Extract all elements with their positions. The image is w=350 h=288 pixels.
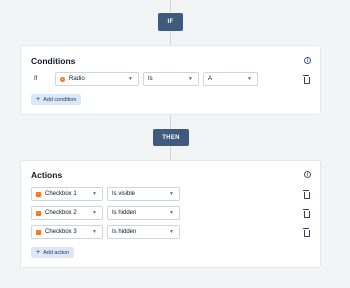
action-type-select[interactable]: Is hidden ▼ [107, 225, 180, 239]
add-action-label: Add action [43, 249, 70, 256]
add-action-button[interactable]: + Add action [31, 247, 75, 258]
conditions-title: Conditions [31, 56, 76, 66]
action-field-value: Checkbox 3 [45, 229, 77, 235]
connector-top [170, 0, 171, 12]
connector-if-conditions [170, 31, 171, 45]
condition-value-select[interactable]: A ▼ [203, 72, 258, 86]
condition-value-value: A [208, 76, 213, 82]
checkbox-field-icon: ✓ [36, 210, 41, 216]
actions-card: Actions i ✓ Checkbox 1 ▼ Is visible ▼ ✓ … [20, 160, 321, 268]
conditions-card: Conditions i If ● Radio ▼ Is ▼ A ▼ + Add… [20, 45, 321, 115]
trash-icon[interactable] [303, 209, 310, 218]
chevron-down-icon: ▼ [128, 76, 133, 82]
action-field-select[interactable]: ✓ Checkbox 2 ▼ [31, 206, 103, 220]
plus-icon: + [36, 249, 41, 256]
condition-field-select[interactable]: ● Radio ▼ [55, 72, 139, 86]
radio-field-icon: ● [60, 76, 65, 82]
action-field-value: Checkbox 1 [45, 191, 77, 197]
action-type-value: Is hidden [112, 229, 137, 235]
chevron-down-icon: ▼ [92, 229, 97, 235]
info-icon[interactable]: i [304, 171, 311, 178]
action-row: ✓ Checkbox 1 ▼ Is visible ▼ [31, 187, 311, 201]
actions-title: Actions [31, 170, 63, 180]
add-condition-label: Add condition [43, 96, 77, 103]
action-type-value: Is hidden [112, 210, 137, 216]
chevron-down-icon: ▼ [188, 76, 193, 82]
condition-operator-value: Is [148, 76, 153, 82]
add-condition-button[interactable]: + Add condition [31, 94, 82, 105]
then-step-badge: THEN [153, 129, 189, 146]
action-type-select[interactable]: Is visible ▼ [107, 187, 180, 201]
chevron-down-icon: ▼ [92, 210, 97, 216]
connector-conditions-then [170, 115, 171, 129]
info-icon[interactable]: i [304, 57, 311, 64]
chevron-down-icon: ▼ [169, 210, 174, 216]
action-row: ✓ Checkbox 3 ▼ Is hidden ▼ [31, 225, 311, 239]
plus-icon: + [36, 96, 41, 103]
condition-operator-select[interactable]: Is ▼ [143, 72, 199, 86]
action-field-select[interactable]: ✓ Checkbox 3 ▼ [31, 225, 103, 239]
action-field-select[interactable]: ✓ Checkbox 1 ▼ [31, 187, 103, 201]
trash-icon[interactable] [303, 190, 310, 199]
condition-row: If ● Radio ▼ Is ▼ A ▼ [31, 72, 311, 86]
action-type-value: Is visible [112, 191, 136, 197]
action-row: ✓ Checkbox 2 ▼ Is hidden ▼ [31, 206, 311, 220]
condition-field-value: Radio [69, 76, 85, 82]
chevron-down-icon: ▼ [169, 229, 174, 235]
action-field-value: Checkbox 2 [45, 210, 77, 216]
action-type-select[interactable]: Is hidden ▼ [107, 206, 180, 220]
chevron-down-icon: ▼ [169, 191, 174, 197]
chevron-down-icon: ▼ [92, 191, 97, 197]
trash-icon[interactable] [303, 75, 310, 84]
checkbox-field-icon: ✓ [36, 229, 41, 235]
connector-then-actions [170, 146, 171, 160]
chevron-down-icon: ▼ [247, 76, 252, 82]
if-step-badge: IF [158, 13, 183, 31]
checkbox-field-icon: ✓ [36, 191, 41, 197]
trash-icon[interactable] [303, 228, 310, 237]
condition-prefix: If [34, 76, 38, 82]
